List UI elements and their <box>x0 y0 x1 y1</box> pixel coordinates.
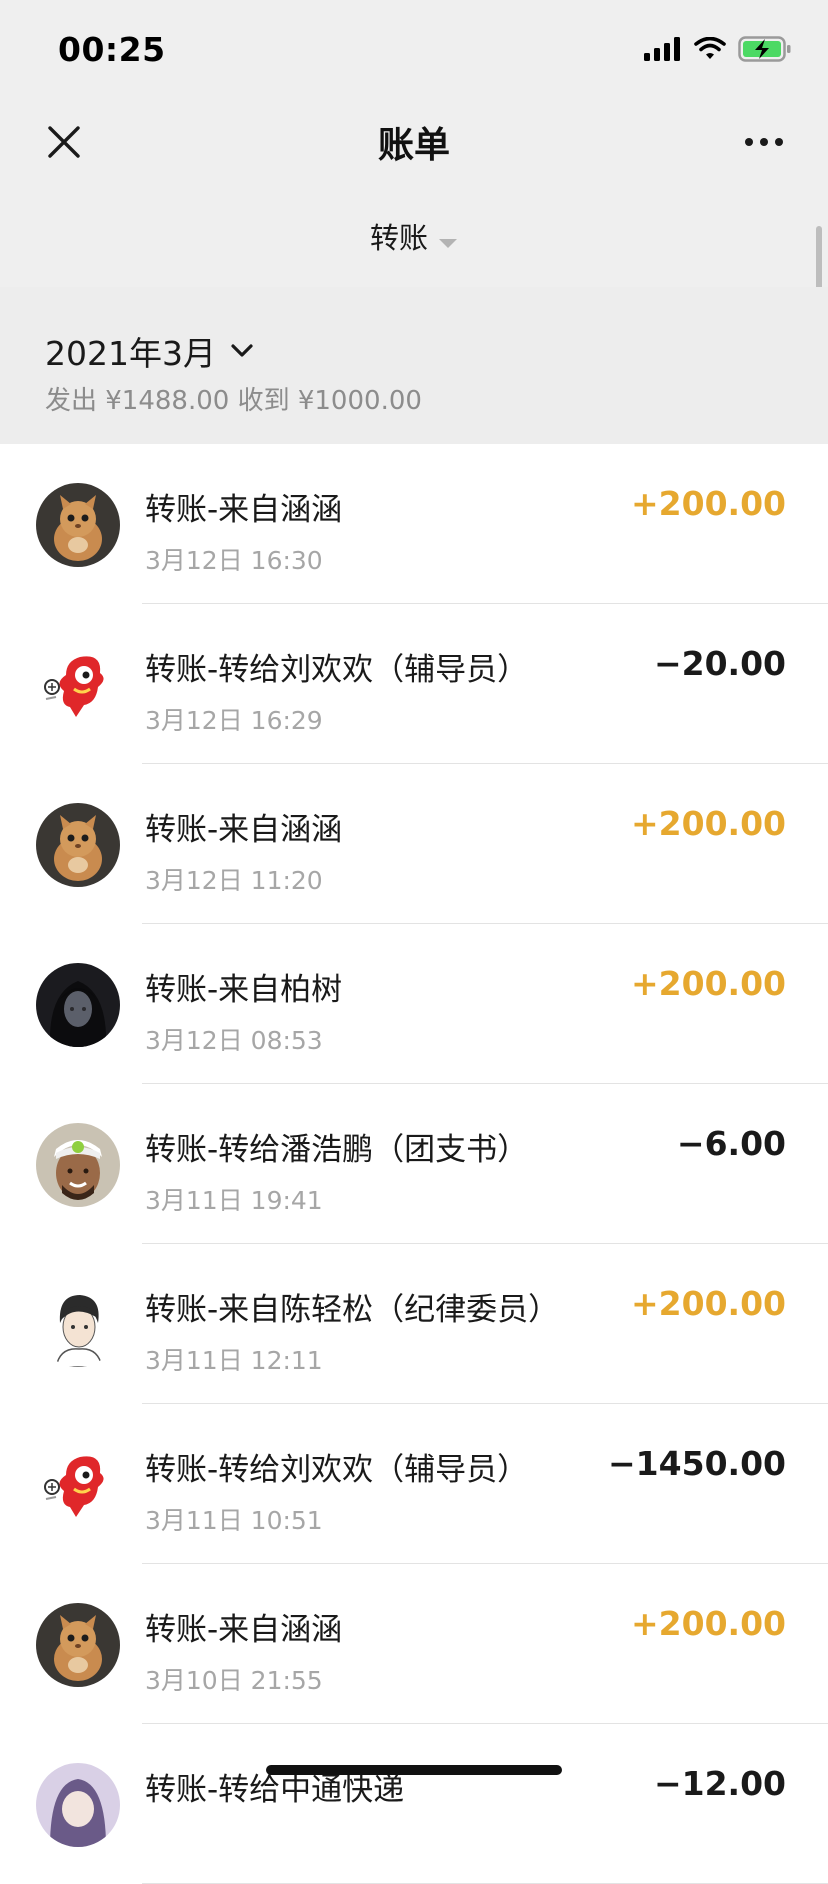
transaction-amount: +200.00 <box>631 484 786 523</box>
transaction-time: 3月10日 21:55 <box>145 1666 323 1695</box>
wifi-icon <box>694 37 726 61</box>
transaction-title: 转账-来自陈轻松（纪律委员） <box>145 1292 560 1328</box>
status-bar: 00:25 <box>0 0 828 100</box>
transaction-time: 3月11日 19:41 <box>145 1186 323 1215</box>
transaction-amount: +200.00 <box>631 804 786 843</box>
transaction-time: 3月12日 11:20 <box>145 866 323 895</box>
filter-label: 转账 <box>369 221 428 255</box>
caret-down-icon <box>438 223 458 257</box>
transaction-row[interactable]: 转账-来自涵涵 3月12日 11:20 +200.00 <box>0 764 828 924</box>
cat-avatar-icon <box>36 803 120 887</box>
signal-icon <box>644 37 682 61</box>
transaction-time: 3月11日 10:51 <box>145 1506 323 1535</box>
more-dots-icon <box>745 138 783 146</box>
page-title: 账单 <box>377 125 450 166</box>
month-selector[interactable]: 2021年3月 <box>45 327 254 375</box>
transaction-row[interactable]: 转账-来自陈轻松（纪律委员） 3月11日 12:11 +200.00 <box>0 1244 828 1404</box>
transaction-title: 转账-转给潘浩鹏（团支书） <box>145 1132 529 1168</box>
chevron-down-icon <box>230 343 254 359</box>
transaction-amount: −20.00 <box>653 644 786 683</box>
transaction-row[interactable]: 转账-转给刘欢欢（辅导员） 3月12日 16:29 −20.00 <box>0 604 828 764</box>
home-indicator[interactable] <box>266 1765 562 1775</box>
sketch-portrait-avatar-icon <box>36 1283 120 1367</box>
dark-portrait-avatar-icon <box>36 963 120 1047</box>
mascot-avatar-icon <box>36 1443 120 1527</box>
more-button[interactable] <box>738 120 790 164</box>
anime-avatar-icon <box>36 1763 120 1847</box>
cat-avatar-icon <box>36 1603 120 1687</box>
transaction-time: 3月11日 12:11 <box>145 1346 323 1375</box>
player-avatar-icon <box>36 1123 120 1207</box>
battery-charging-icon <box>738 36 792 62</box>
transaction-title: 转账-来自柏树 <box>145 972 343 1008</box>
transaction-title: 转账-转给刘欢欢（辅导员） <box>145 1452 529 1488</box>
month-summary: 发出 ¥1488.00 收到 ¥1000.00 <box>45 386 422 416</box>
transaction-amount: −1450.00 <box>608 1444 786 1483</box>
transaction-time: 3月12日 16:30 <box>145 546 323 575</box>
transaction-amount: −6.00 <box>676 1124 786 1163</box>
status-time: 00:25 <box>58 30 166 69</box>
transaction-title: 转账-来自涵涵 <box>145 812 343 848</box>
transaction-list: 转账-来自涵涵 3月12日 16:30 +200.00 转账-转给刘欢欢（辅导员） 3月… <box>0 444 828 1884</box>
top-area: 00:25 账单 转账 <box>0 0 828 314</box>
transaction-title: 转账-来自涵涵 <box>145 492 343 528</box>
transaction-row[interactable]: 转账-来自柏树 3月12日 08:53 +200.00 <box>0 924 828 1084</box>
transaction-time: 3月12日 08:53 <box>145 1026 323 1055</box>
cat-avatar-icon <box>36 483 120 567</box>
transaction-title: 转账-转给刘欢欢（辅导员） <box>145 652 529 688</box>
month-title: 2021年3月 <box>45 334 216 373</box>
filter-dropdown[interactable]: 转账 <box>0 215 828 257</box>
transaction-row[interactable]: 转账-转给潘浩鹏（团支书） 3月11日 19:41 −6.00 <box>0 1084 828 1244</box>
transaction-row[interactable]: 转账-来自涵涵 3月10日 21:55 +200.00 <box>0 1564 828 1724</box>
transaction-row[interactable]: 转账-转给刘欢欢（辅导员） 3月11日 10:51 −1450.00 <box>0 1404 828 1564</box>
transaction-title: 转账-来自涵涵 <box>145 1612 343 1648</box>
transaction-amount: +200.00 <box>631 1604 786 1643</box>
mascot-avatar-icon <box>36 643 120 727</box>
transaction-amount: +200.00 <box>631 964 786 1003</box>
transaction-row[interactable]: 转账-来自涵涵 3月12日 16:30 +200.00 <box>0 444 828 604</box>
transaction-amount: −12.00 <box>653 1764 786 1803</box>
transaction-row[interactable]: 转账-转给中通快递 −12.00 <box>0 1724 828 1884</box>
nav-bar: 账单 <box>0 100 828 180</box>
status-icons <box>644 34 792 64</box>
month-header: 2021年3月 发出 ¥1488.00 收到 ¥1000.00 <box>0 287 828 444</box>
transaction-time: 3月12日 16:29 <box>145 706 323 735</box>
transaction-amount: +200.00 <box>631 1284 786 1323</box>
